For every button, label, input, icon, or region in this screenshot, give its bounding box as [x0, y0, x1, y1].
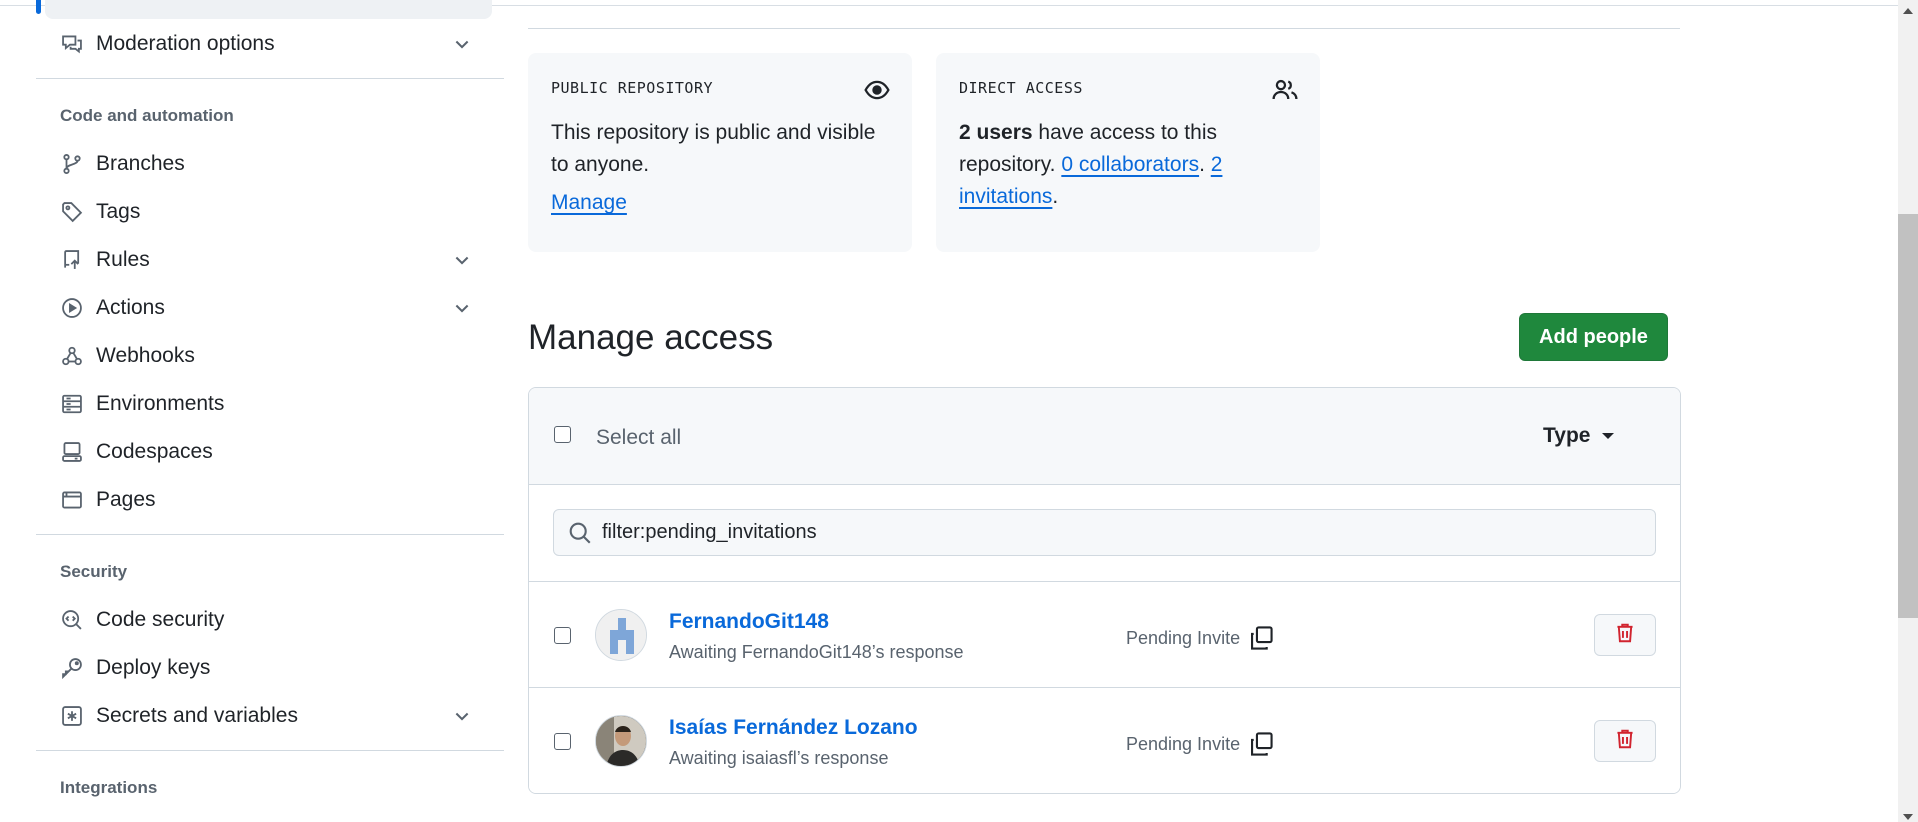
card-text: 2 users have access to this repository. … — [959, 117, 1297, 213]
search-icon — [568, 521, 592, 545]
sidebar-item-label: Codespaces — [96, 440, 213, 463]
sidebar-item-label: Deploy keys — [96, 656, 211, 679]
codespaces-icon — [60, 440, 84, 464]
server-icon — [60, 392, 84, 416]
sidebar-item-label: Code security — [96, 608, 225, 631]
webhook-icon — [60, 344, 84, 368]
sidebar-item-label: Actions — [96, 296, 165, 319]
manage-visibility-link[interactable]: Manage — [551, 191, 627, 214]
select-all-label: Select all — [596, 426, 682, 449]
search-input[interactable] — [600, 520, 1600, 545]
sidebar-item-label: Rules — [96, 248, 150, 271]
table-row: Isaías Fernández Lozano Awaiting isaiasf… — [529, 688, 1680, 793]
collaborators-link[interactable]: 0 collaborators — [1061, 153, 1199, 176]
browser-icon — [60, 488, 84, 512]
type-filter-dropdown[interactable]: Type — [1543, 424, 1615, 448]
repo-push-icon — [60, 248, 84, 272]
sidebar-divider — [36, 78, 504, 79]
status-label: Pending Invite — [1126, 733, 1241, 754]
copy-icon[interactable] — [1248, 625, 1274, 651]
sidebar-item-label: Tags — [96, 200, 141, 223]
scrollbar-thumb[interactable] — [1898, 214, 1918, 618]
play-icon — [60, 296, 84, 320]
row-checkbox[interactable] — [554, 627, 571, 644]
remove-invite-button[interactable] — [1594, 720, 1656, 762]
chevron-down-icon — [452, 298, 472, 318]
eye-icon — [864, 77, 890, 103]
member-subtitle: Awaiting isaiasfl’s response — [669, 748, 889, 768]
sidebar-heading-code-automation: Code and automation — [60, 106, 234, 125]
type-filter-label: Type — [1543, 424, 1591, 447]
public-repository-card: PUBLIC REPOSITORY This repository is pub… — [528, 53, 912, 252]
box-header: Select all Type — [529, 388, 1680, 485]
people-icon — [1272, 77, 1298, 103]
sidebar-item-label: Webhooks — [96, 344, 195, 367]
manage-access-box: Select all Type FernandoGit148 Awaitin — [528, 387, 1681, 794]
member-name-link[interactable]: Isaías Fernández Lozano — [669, 716, 918, 740]
page-title: Manage access — [528, 318, 774, 357]
separator: . — [1199, 153, 1211, 176]
sidebar-item-label: Moderation options — [96, 32, 275, 55]
section-divider — [528, 28, 1680, 29]
sidebar-item-rules[interactable]: Rules — [46, 238, 496, 282]
avatar — [595, 715, 647, 767]
chevron-down-icon — [452, 250, 472, 270]
sidebar-item-label: Secrets and variables — [96, 704, 298, 727]
git-branch-icon — [60, 152, 84, 176]
chevron-down-icon — [452, 34, 472, 54]
row-checkbox[interactable] — [554, 733, 571, 750]
card-label: PUBLIC REPOSITORY — [551, 79, 714, 97]
sidebar-item-label: Branches — [96, 152, 185, 175]
trash-icon — [1614, 622, 1636, 649]
sidebar-item-secrets-variables[interactable]: Secrets and variables — [46, 694, 496, 738]
member-name-link[interactable]: FernandoGit148 — [669, 610, 829, 634]
sidebar-item-branches[interactable]: Branches — [46, 142, 496, 186]
sidebar-item-label: Pages — [96, 488, 156, 511]
add-people-button[interactable]: Add people — [1519, 313, 1668, 361]
sidebar-item-environments[interactable]: Environments — [46, 382, 496, 426]
sidebar-active-marker — [36, 0, 41, 14]
select-all-checkbox[interactable] — [554, 426, 571, 443]
sidebar-item-pages[interactable]: Pages — [46, 478, 496, 522]
card-text: This repository is public and visible to… — [551, 121, 876, 176]
sidebar-divider — [36, 750, 504, 751]
codescan-icon — [60, 608, 84, 632]
copy-icon[interactable] — [1248, 731, 1274, 757]
pending-invite-status: Pending Invite — [1126, 731, 1274, 757]
users-count: 2 users — [959, 121, 1033, 144]
sidebar-heading-security: Security — [60, 562, 128, 581]
chevron-down-icon — [452, 706, 472, 726]
pending-invite-status: Pending Invite — [1126, 625, 1274, 651]
tag-icon — [60, 200, 84, 224]
sidebar-item-moderation-options[interactable]: Moderation options — [46, 22, 496, 66]
sidebar-active-item-remnant — [45, 0, 492, 19]
search-box — [553, 509, 1656, 556]
caret-down-icon — [1602, 433, 1615, 439]
sidebar-item-codespaces[interactable]: Codespaces — [46, 430, 496, 474]
remove-invite-button[interactable] — [1594, 614, 1656, 656]
scroll-up-arrow-icon[interactable] — [1903, 8, 1913, 14]
settings-sidebar: Moderation options Code and automation B… — [0, 0, 520, 822]
sidebar-item-label: Environments — [96, 392, 225, 415]
sidebar-item-actions[interactable]: Actions — [46, 286, 496, 330]
search-area — [529, 485, 1680, 582]
direct-access-card: DIRECT ACCESS 2 users have access to thi… — [936, 53, 1320, 252]
key-icon — [60, 656, 84, 680]
trash-icon — [1614, 728, 1636, 755]
comment-discussion-icon — [60, 32, 84, 56]
key-asterisk-icon — [60, 704, 84, 728]
member-subtitle: Awaiting FernandoGit148’s response — [669, 642, 964, 662]
avatar — [595, 609, 647, 661]
card-label: DIRECT ACCESS — [959, 79, 1083, 97]
sidebar-item-webhooks[interactable]: Webhooks — [46, 334, 496, 378]
table-row: FernandoGit148 Awaiting FernandoGit148’s… — [529, 582, 1680, 688]
scroll-down-arrow-icon[interactable] — [1903, 814, 1913, 820]
status-label: Pending Invite — [1126, 627, 1241, 648]
sidebar-heading-integrations: Integrations — [60, 778, 158, 797]
sidebar-item-tags[interactable]: Tags — [46, 190, 496, 234]
sidebar-item-code-security[interactable]: Code security — [46, 598, 496, 642]
sidebar-divider — [36, 534, 504, 535]
sidebar-item-deploy-keys[interactable]: Deploy keys — [46, 646, 496, 690]
end-punct: . — [1052, 185, 1059, 208]
